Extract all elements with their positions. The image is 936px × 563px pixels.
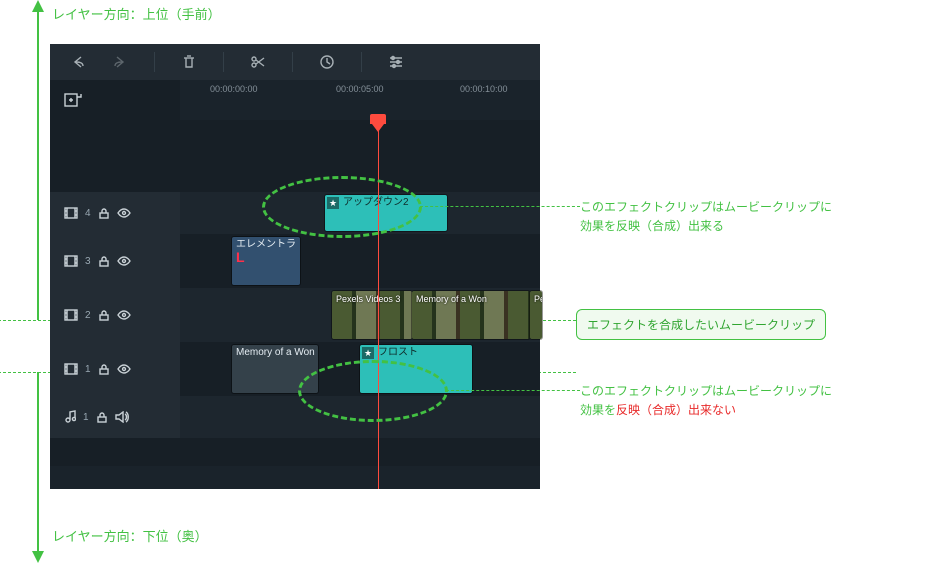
track-v2: 2 Pexels Videos 3 Memory of a Won Pe [50,288,540,342]
label-layer-lower: レイヤー方向：下位（奥） [52,526,208,545]
callout-text: このエフェクトクリップはムービークリップに [580,200,832,214]
scissors-icon[interactable] [250,54,266,70]
clip-label: Memory of a Won [416,293,487,305]
lock-icon[interactable] [98,309,110,321]
track-pad [50,438,540,466]
speaker-icon[interactable] [115,411,129,423]
film-icon [64,207,78,219]
lock-icon[interactable] [98,255,110,267]
callout-text: エフェクトを合成したいムービークリップ [587,318,815,332]
clip-video-1[interactable]: Pexels Videos 3 [332,291,412,339]
separator [223,52,224,72]
track-spacer [50,120,540,192]
track-header-v4: 4 [50,192,180,234]
add-media-button[interactable] [50,80,180,120]
track-body-a1[interactable] [180,396,540,438]
callout-target-movie: エフェクトを合成したいムービークリップ [576,309,826,340]
lock-icon[interactable] [98,363,110,375]
separator [361,52,362,72]
track-body-v2[interactable]: Pexels Videos 3 Memory of a Won Pe [180,288,540,342]
clip-mark: L [236,249,245,265]
film-icon [64,255,78,267]
trash-icon[interactable] [181,54,197,70]
lock-icon[interactable] [98,207,110,219]
leader-line-3 [446,390,580,391]
clip-lower-video[interactable]: Memory of a Won [232,345,318,393]
label-layer-upper: レイヤー方向：上位（手前） [52,4,221,23]
callout-text: 効果を反映（合成）出来る [580,219,724,233]
clip-video-2[interactable]: Memory of a Won [412,291,530,339]
track-body-v1[interactable]: Memory of a Won ★ フロスト [180,342,540,396]
track-v1: 1 Memory of a Won ★ フロスト [50,342,540,396]
clip-label: エレメントラ [236,239,296,250]
timeline-toolbar [50,44,540,80]
clip-effect-updown[interactable]: ★ アップダウン2 [325,195,447,231]
separator [154,52,155,72]
music-icon [64,410,76,424]
time-label: 00:00:10:00 [460,84,508,94]
callout-text-red: 反映（合成）出来ない [616,403,736,417]
undo-icon[interactable] [70,54,86,70]
clock-icon[interactable] [319,54,335,70]
eye-icon[interactable] [117,310,131,320]
clip-label: フロスト [378,347,418,358]
time-ruler[interactable]: 00:00:00:00 00:00:05:00 00:00:10:00 [180,80,540,120]
track-a1: 1 [50,396,540,438]
layer-axis-lower [37,372,39,554]
track-id: 1 [85,364,91,375]
clip-video-3[interactable]: Pe [530,291,542,339]
track-body-v3[interactable]: エレメントラ L [180,234,540,288]
clip-label: Memory of a Won [236,347,315,358]
clip-effect-frost[interactable]: ★ フロスト [360,345,472,393]
track-header-v3: 3 [50,234,180,288]
track-v4: 4 ★ アップダウン2 [50,192,540,234]
callout-text: 効果を [580,403,616,417]
eye-icon[interactable] [117,364,131,374]
track-id: 2 [85,310,91,321]
playhead-handle-tip [372,124,384,132]
track-id: 3 [85,256,91,267]
clip-label: アップダウン2 [343,197,409,208]
track-id: 1 [83,412,89,423]
callout-lower-effect: このエフェクトクリップはムービークリップに 効果を反映（合成）出来ない [580,382,832,420]
time-ruler-row: 00:00:00:00 00:00:05:00 00:00:10:00 [50,80,540,120]
lock-icon[interactable] [96,411,108,423]
layer-axis-upper [37,10,39,320]
timeline-panel: 00:00:00:00 00:00:05:00 00:00:10:00 4 ★ … [50,44,540,489]
track-body-v4[interactable]: ★ アップダウン2 [180,192,540,234]
separator [292,52,293,72]
callout-text: このエフェクトクリップはムービークリップに [580,384,832,398]
arrow-down-icon [32,551,44,563]
clip-title-element[interactable]: エレメントラ L [232,237,300,285]
track-header-v1: 1 [50,342,180,396]
film-icon [64,363,78,375]
film-icon [64,309,78,321]
time-label: 00:00:05:00 [336,84,384,94]
time-label: 00:00:00:00 [210,84,258,94]
star-icon: ★ [327,197,339,209]
clip-label: Pe [534,293,542,305]
clip-label: Pexels Videos 3 [336,293,400,305]
track-header-v2: 2 [50,288,180,342]
star-icon: ★ [362,347,374,359]
leader-line-1 [420,206,580,207]
playhead-handle[interactable] [370,114,386,124]
sliders-icon[interactable] [388,54,404,70]
eye-icon[interactable] [117,208,131,218]
playhead-line[interactable] [378,124,379,489]
track-header-a1: 1 [50,396,180,438]
redo-icon[interactable] [112,54,128,70]
track-v3: 3 エレメントラ L [50,234,540,288]
callout-upper-effect: このエフェクトクリップはムービークリップに 効果を反映（合成）出来る [580,198,832,236]
eye-icon[interactable] [117,256,131,266]
track-id: 4 [85,208,91,219]
